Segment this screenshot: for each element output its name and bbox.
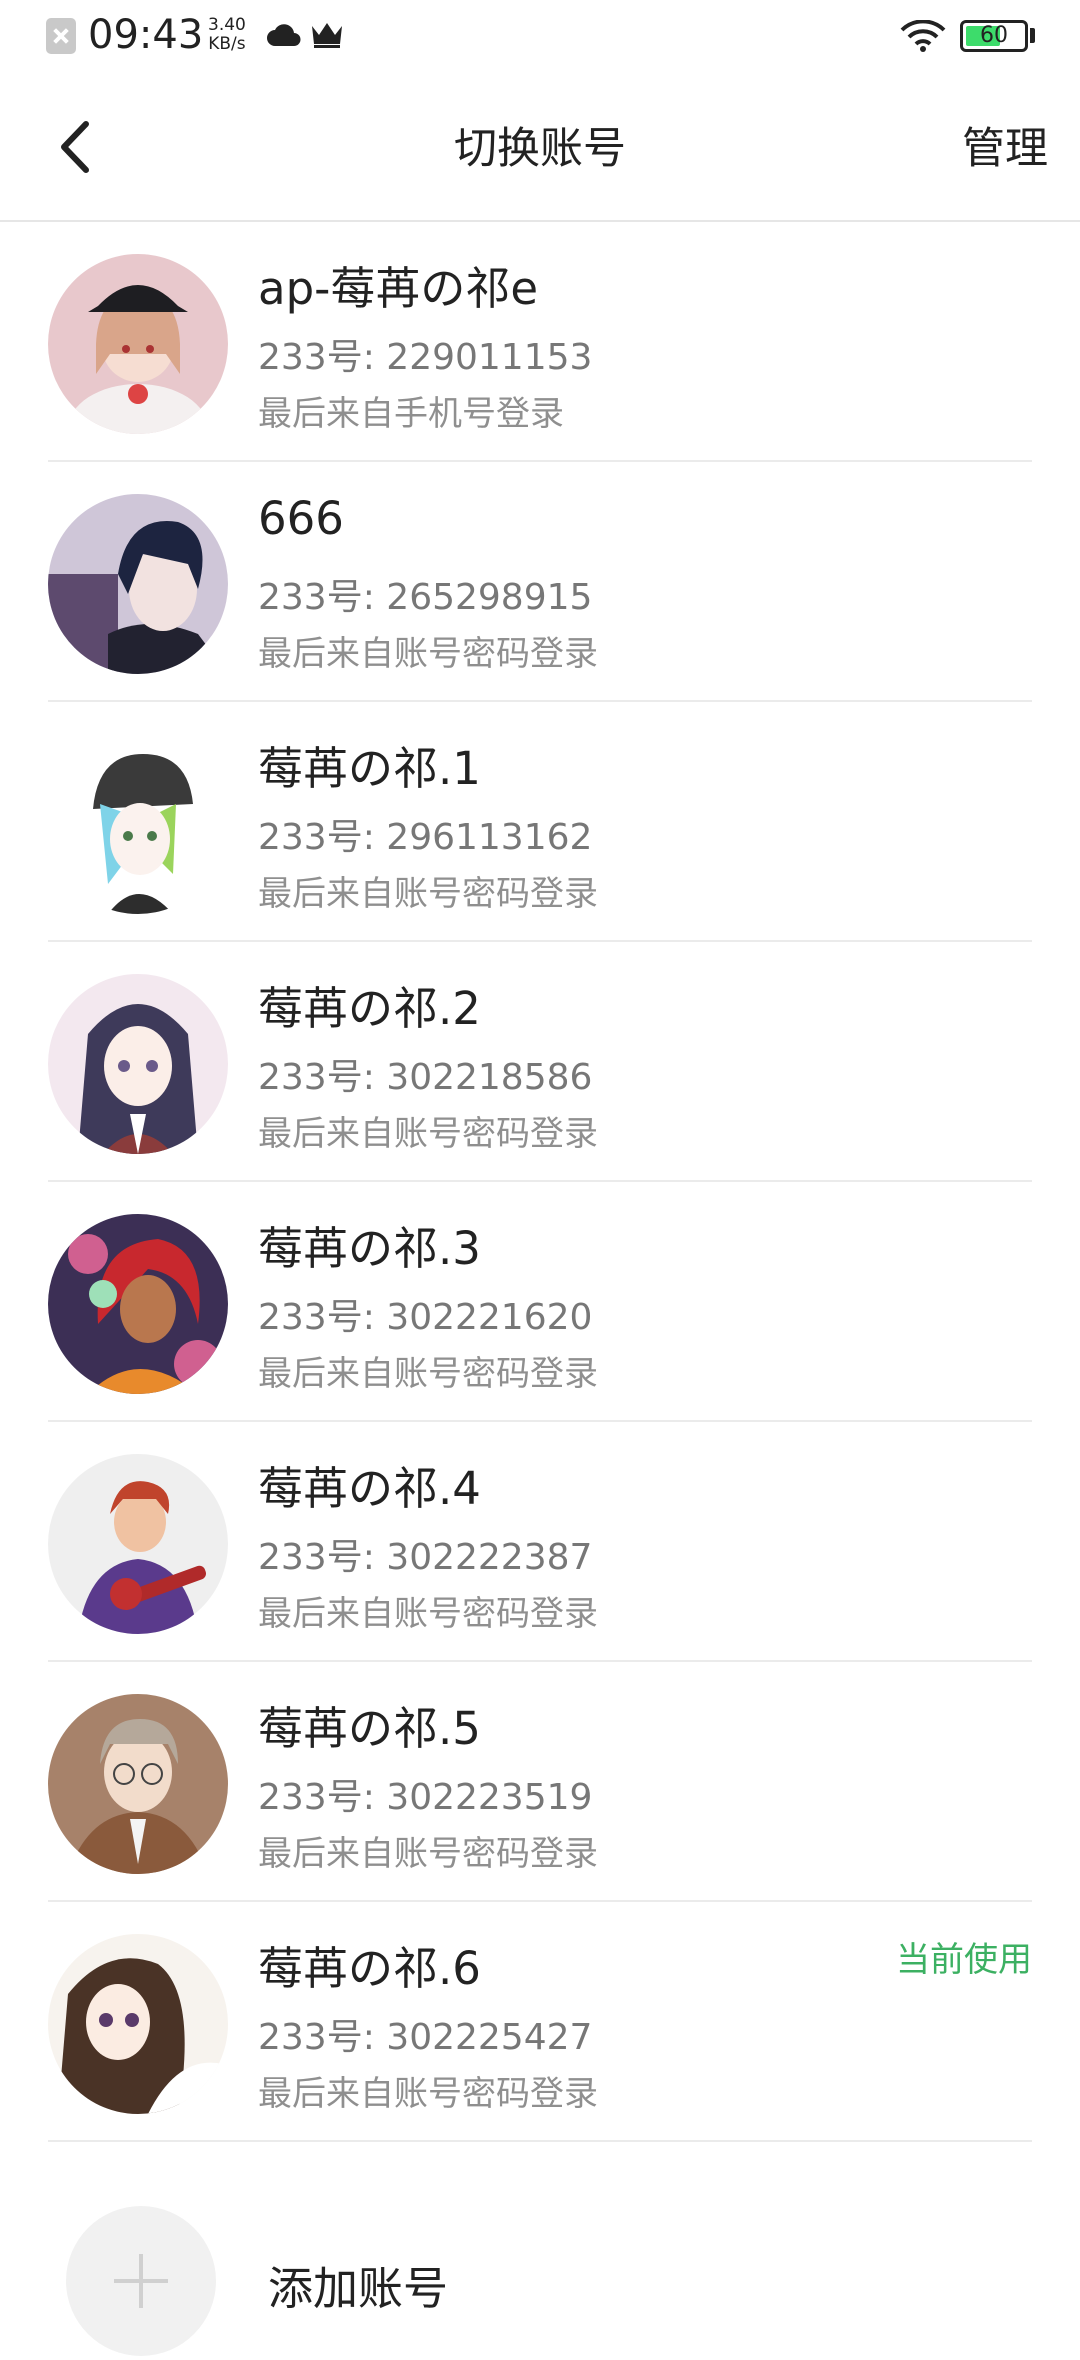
account-row[interactable]: 莓苒の祁.5 233号: 302223519 最后来自账号密码登录 (48, 1662, 1032, 1902)
network-speed: 3.40 KB/s (208, 16, 246, 54)
notification-x-icon (46, 18, 76, 54)
account-name: ap-莓苒の祁e (258, 262, 539, 315)
plus-icon[interactable] (66, 2206, 216, 2356)
login-method: 最后来自账号密码登录 (258, 634, 598, 674)
avatar-girl-cap (48, 254, 228, 434)
page-title: 切换账号 (454, 124, 626, 174)
avatar-red-hair-girl (48, 1214, 228, 1394)
add-account-label: 添加账号 (268, 2262, 449, 2315)
account-id: 233号: 302223519 (258, 1777, 593, 1818)
cloud-icon (267, 24, 301, 46)
login-method: 最后来自账号密码登录 (258, 2074, 598, 2114)
account-name: 莓苒の祁.3 (258, 1222, 481, 1275)
wifi-icon (900, 20, 946, 52)
avatar-brown-hair-girl (48, 1934, 228, 2114)
login-method: 最后来自账号密码登录 (258, 1594, 598, 1634)
account-row[interactable]: 莓苒の祁.1 233号: 296113162 最后来自账号密码登录 (48, 702, 1032, 942)
account-name: 莓苒の祁.2 (258, 982, 481, 1035)
account-row[interactable]: 莓苒の祁.3 233号: 302221620 最后来自账号密码登录 (48, 1182, 1032, 1422)
status-time: 09:43 (88, 12, 204, 58)
avatar-guitar-boy (48, 1454, 228, 1634)
account-row[interactable]: 莓苒の祁.2 233号: 302218586 最后来自账号密码登录 (48, 942, 1032, 1182)
login-method: 最后来自账号密码登录 (258, 1114, 598, 1154)
account-id: 233号: 302222387 (258, 1537, 593, 1578)
account-id: 233号: 265298915 (258, 577, 593, 618)
account-list: ap-莓苒の祁e 233号: 229011153 最后来自手机号登录 666 2… (0, 222, 1080, 2142)
account-row[interactable]: 莓苒の祁.6 233号: 302225427 最后来自账号密码登录 当前使用 (48, 1902, 1032, 2142)
current-badge: 当前使用 (896, 1940, 1032, 1980)
login-method: 最后来自账号密码登录 (258, 874, 598, 914)
account-name: 莓苒の祁.6 (258, 1942, 481, 1995)
add-account-row[interactable]: 添加账号 (48, 2160, 1032, 2360)
account-id: 233号: 302225427 (258, 2017, 593, 2058)
header-bar: 切换账号 管理 (0, 74, 1080, 222)
avatar-dark-hair-boy (48, 494, 228, 674)
account-id: 233号: 229011153 (258, 337, 593, 378)
network-speed-value: 3.40 (208, 15, 246, 35)
account-id: 233号: 296113162 (258, 817, 593, 858)
login-method: 最后来自手机号登录 (258, 394, 564, 434)
account-name: 666 (258, 492, 344, 545)
account-name: 莓苒の祁.4 (258, 1462, 481, 1515)
avatar-glasses-man (48, 1694, 228, 1874)
avatar-bunny-girl (48, 974, 228, 1154)
account-name: 莓苒の祁.5 (258, 1702, 481, 1755)
account-id: 233号: 302221620 (258, 1297, 593, 1338)
network-speed-unit: KB/s (208, 34, 246, 54)
login-method: 最后来自账号密码登录 (258, 1354, 598, 1394)
avatar-beanie-girl (48, 734, 228, 914)
account-row[interactable]: ap-莓苒の祁e 233号: 229011153 最后来自手机号登录 (48, 222, 1032, 462)
account-row[interactable]: 莓苒の祁.4 233号: 302222387 最后来自账号密码登录 (48, 1422, 1032, 1662)
login-method: 最后来自账号密码登录 (258, 1834, 598, 1874)
battery-level: 60 (980, 23, 1008, 48)
battery-cap (1030, 28, 1035, 43)
status-bar: 09:43 3.40 KB/s 60 (0, 0, 1080, 74)
account-row[interactable]: 666 233号: 265298915 最后来自账号密码登录 (48, 462, 1032, 702)
manage-button[interactable]: 管理 (962, 114, 1048, 176)
account-name: 莓苒の祁.1 (258, 742, 481, 795)
account-id: 233号: 302218586 (258, 1057, 593, 1098)
crown-icon (312, 23, 342, 48)
